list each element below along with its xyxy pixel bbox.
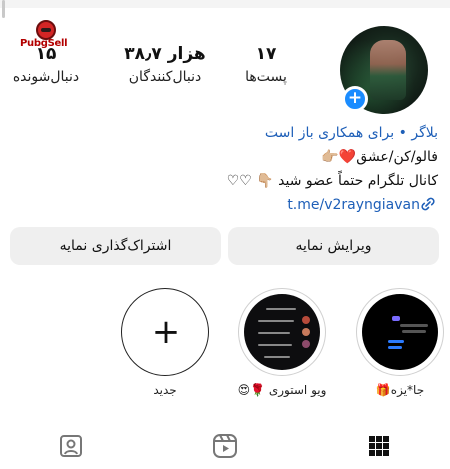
highlight-thumbnail — [362, 294, 438, 370]
grid-icon[interactable] — [365, 432, 393, 460]
following-count: ۱۵ — [35, 44, 57, 64]
highlight-label: جا*یزه🎁 — [375, 383, 425, 397]
followers-stat[interactable]: ۳۸٫۷ هزار دنبال‌کنندگان — [118, 44, 212, 85]
scroll-indicator[interactable] — [2, 0, 5, 18]
avatar-figure — [370, 40, 406, 100]
link-icon — [421, 197, 435, 211]
thumb-line — [258, 344, 292, 346]
top-bar — [0, 0, 450, 8]
new-highlight-ring[interactable]: + — [121, 288, 209, 376]
highlight-label: ویو استوری 🌹😍 — [237, 383, 327, 397]
thumb-avatar-dot — [302, 316, 310, 324]
following-label: دنبال‌شونده — [12, 69, 80, 85]
highlight-ring — [238, 288, 326, 376]
profile-bio: بلاگر • برای همکاری باز است فالو/کن/عشق❤… — [18, 121, 438, 217]
thumb-line — [258, 320, 294, 322]
bio-line-2: فالو/کن/عشق❤️👉🏼 — [321, 149, 438, 165]
thumb-line — [392, 316, 400, 321]
bio-separator: • — [394, 125, 412, 141]
thumb-avatar-dot — [302, 340, 310, 348]
bio-link[interactable]: t.me/v2rayngiavan — [287, 193, 438, 217]
thumb-line — [388, 346, 402, 349]
following-stat[interactable]: ۱۵ دنبال‌شونده — [0, 44, 92, 85]
plus-icon: + — [151, 312, 181, 352]
highlight-thumbnail — [244, 294, 320, 370]
bio-category-line: بلاگر • برای همکاری باز است — [18, 121, 438, 145]
watermark-seal-icon — [36, 20, 56, 40]
bio-category[interactable]: بلاگر — [411, 125, 438, 141]
highlight-prize[interactable]: جا*یزه🎁 — [355, 288, 445, 397]
thumb-line — [258, 332, 290, 334]
posts-count: ۱۷ — [255, 44, 277, 64]
bio-collab-status[interactable]: برای همکاری باز است — [265, 125, 394, 141]
profile-tab-bar — [0, 424, 450, 469]
followers-count: ۳۸٫۷ هزار — [124, 44, 206, 64]
profile-avatar-container[interactable]: + — [340, 26, 428, 114]
thumb-line — [266, 308, 296, 310]
tagged-icon[interactable] — [57, 432, 85, 460]
posts-label: پست‌ها — [245, 69, 287, 85]
edit-profile-button[interactable]: ویرایش نمایه — [228, 227, 439, 265]
highlight-label: جدید — [153, 383, 177, 397]
reels-icon[interactable] — [211, 432, 239, 460]
share-profile-button[interactable]: اشتراک‌گذاری نمایه — [10, 227, 221, 265]
followers-label: دنبال‌کنندگان — [128, 69, 202, 85]
posts-stat[interactable]: ۱۷ پست‌ها — [236, 44, 296, 85]
add-story-button[interactable]: + — [342, 86, 368, 112]
bio-link-text: t.me/v2rayngiavan — [287, 197, 420, 213]
thumb-line — [264, 356, 290, 358]
thumb-line — [388, 340, 404, 343]
bio-link-row[interactable]: t.me/v2rayngiavan — [18, 193, 438, 217]
highlight-new[interactable]: + جدید — [120, 288, 210, 397]
thumb-avatar-dot — [302, 328, 310, 336]
bio-line-3: کانال تلگرام حتماً عضو شید 👇🏼 ♡♡ — [226, 173, 438, 189]
highlight-ring — [356, 288, 444, 376]
highlight-story-views[interactable]: ویو استوری 🌹😍 — [237, 288, 327, 397]
thumb-line — [400, 324, 428, 327]
thumb-line — [402, 330, 426, 333]
